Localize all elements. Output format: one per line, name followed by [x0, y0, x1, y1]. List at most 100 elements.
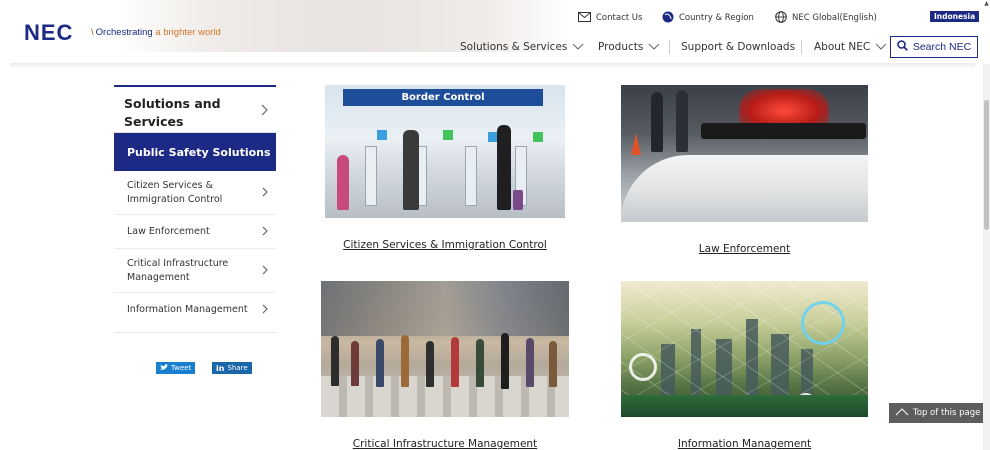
envelope-icon	[578, 11, 591, 25]
critical-infrastructure-image[interactable]	[321, 281, 569, 417]
chevron-right-icon	[262, 186, 268, 200]
chevron-down-icon	[572, 40, 584, 54]
nav-solutions-services[interactable]: Solutions & Services	[460, 38, 584, 56]
law-enforcement-image[interactable]	[621, 85, 868, 222]
network-node-icon	[629, 353, 657, 381]
officer-figure	[651, 92, 663, 152]
sidebar-divider	[114, 327, 276, 333]
sidebar-item-label: Information Management	[127, 304, 248, 315]
linkedin-share-label: Share	[227, 364, 248, 372]
nav-divider	[669, 40, 670, 54]
car-roof	[621, 155, 868, 222]
gate-pillar	[465, 146, 477, 206]
tweet-button[interactable]: Tweet	[156, 362, 196, 374]
sidebar-item-citizen-services[interactable]: Citizen Services & Immigration Control	[114, 171, 276, 215]
sidebar-item-public-safety[interactable]: Public Safety Solutions	[114, 133, 276, 171]
city-greenery	[621, 395, 868, 417]
gate-screen	[443, 130, 453, 140]
nav-products[interactable]: Products	[598, 38, 660, 56]
pedestrian-figure	[451, 337, 459, 387]
world-icon	[775, 10, 787, 26]
nav-support-label: Support & Downloads	[681, 41, 796, 53]
twitter-bird-icon	[160, 363, 168, 373]
chevron-right-icon	[261, 103, 268, 121]
traveler-figure	[337, 155, 349, 210]
gate-screen	[533, 132, 543, 142]
scroll-up-arrow-icon[interactable]: ▲	[983, 0, 990, 8]
search-label: Search NEC	[912, 41, 972, 53]
nec-logo[interactable]: NEC	[24, 20, 73, 46]
nec-global-link[interactable]: NEC Global(English)	[775, 10, 877, 26]
site-header: NEC \ Orchestrating a brighter world Cont…	[0, 0, 990, 64]
globe-icon	[662, 11, 674, 26]
country-region-link[interactable]: Country & Region	[662, 10, 754, 26]
citizen-services-image[interactable]: Border Control	[325, 85, 565, 218]
country-region-label: Country & Region	[679, 13, 754, 23]
nav-support-downloads[interactable]: Support & Downloads	[681, 38, 795, 56]
sidebar-item-label: Law Enforcement	[127, 225, 210, 237]
pedestrian-figure	[331, 336, 339, 386]
pedestrian-figure	[526, 338, 534, 387]
gate-screen	[377, 130, 387, 140]
sidebar-title[interactable]: Solutions and Services	[114, 85, 276, 133]
law-enforcement-link[interactable]: Law Enforcement	[621, 243, 868, 255]
light-bar	[701, 123, 866, 139]
sidebar-title-label: Solutions and Services	[124, 96, 221, 129]
nav-about-label: About NEC	[814, 41, 871, 53]
chevron-right-icon	[262, 303, 268, 317]
linkedin-share-button[interactable]: in Share	[212, 362, 252, 374]
sidebar-nav: Solutions and Services Public Safety Sol…	[114, 85, 276, 333]
traveler-figure	[403, 130, 419, 210]
wifi-icon	[801, 301, 845, 345]
gate-pillar	[365, 146, 377, 206]
scrollbar-thumb[interactable]	[984, 100, 989, 230]
pedestrian-figure	[351, 341, 359, 386]
sidebar-active-label: Public Safety Solutions	[127, 145, 271, 159]
header-shadow	[10, 63, 975, 69]
tagline-slash: \	[91, 27, 94, 38]
contact-us-label: Contact Us	[596, 13, 643, 23]
traveler-figure	[497, 125, 511, 210]
search-button[interactable]: Search NEC	[890, 36, 978, 58]
pedestrian-figure	[376, 339, 384, 387]
pedestrian-figure	[476, 339, 484, 387]
sidebar-item-law-enforcement[interactable]: Law Enforcement	[114, 215, 276, 249]
information-management-image[interactable]	[621, 281, 868, 417]
top-of-page-button[interactable]: Top of this page	[889, 403, 983, 423]
region-badge[interactable]: Indonesia	[930, 11, 980, 22]
contact-us-link[interactable]: Contact Us	[578, 10, 642, 26]
pedestrian-figure	[549, 341, 557, 387]
siren-light	[739, 89, 829, 125]
critical-infrastructure-link[interactable]: Critical Infrastructure Management	[321, 438, 569, 450]
traffic-cone	[631, 133, 641, 155]
nav-about-nec[interactable]: About NEC	[814, 38, 887, 56]
nec-global-label: NEC Global(English)	[792, 13, 877, 23]
triangle-up-icon	[895, 407, 909, 419]
officer-figure	[676, 90, 688, 152]
chevron-down-icon	[648, 40, 660, 54]
sidebar-item-information-management[interactable]: Information Management	[114, 293, 276, 327]
suitcase	[513, 190, 523, 210]
tagline-main: Orchestrating	[95, 27, 153, 38]
citizen-services-link[interactable]: Citizen Services & Immigration Control	[325, 239, 565, 251]
pedestrian-figure	[401, 335, 409, 387]
nav-divider	[801, 40, 802, 54]
chevron-right-icon	[262, 225, 268, 239]
nav-products-label: Products	[598, 41, 644, 53]
chevron-right-icon	[262, 264, 268, 278]
border-control-sign: Border Control	[343, 89, 543, 106]
tweet-label: Tweet	[171, 364, 192, 372]
linkedin-icon: in	[216, 363, 225, 373]
top-of-page-label: Top of this page	[913, 408, 981, 418]
sidebar-item-label: Critical Infrastructure Management	[127, 257, 229, 283]
magnifier-icon	[897, 40, 908, 54]
sidebar-item-label: Citizen Services & Immigration Control	[127, 179, 223, 205]
information-management-link[interactable]: Information Management	[621, 438, 868, 450]
tagline-accent: a brighter world	[155, 27, 221, 38]
pedestrian-figure	[501, 333, 509, 389]
chevron-down-icon	[875, 40, 887, 54]
pedestrian-figure	[426, 341, 434, 387]
city-buildings	[321, 281, 569, 336]
brand-tagline: \ Orchestrating a brighter world	[91, 27, 221, 38]
sidebar-item-critical-infrastructure[interactable]: Critical Infrastructure Management	[114, 249, 276, 293]
